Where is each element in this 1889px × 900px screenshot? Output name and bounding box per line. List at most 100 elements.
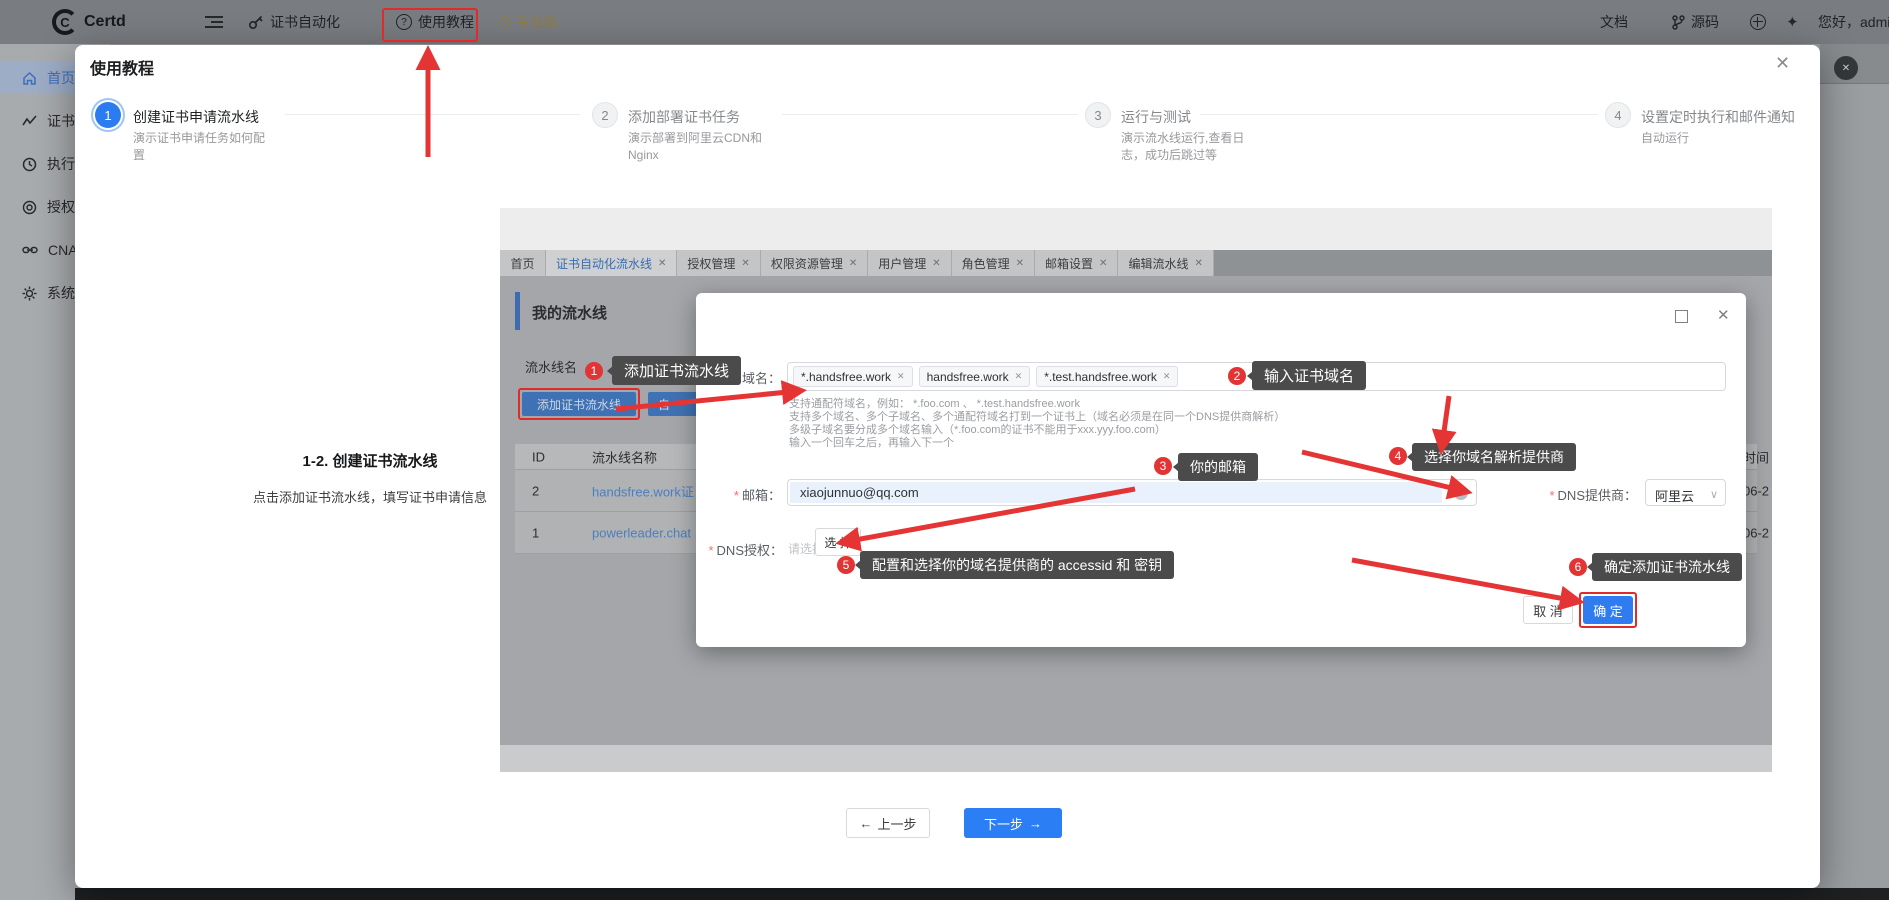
- sidebar-collapse-button[interactable]: [205, 0, 223, 44]
- step-3-desc: 演示流水线运行,查看日志，成功后跳过等: [1121, 130, 1261, 164]
- domain-tag[interactable]: handsfree.work: [919, 366, 1031, 387]
- annotation-tooltip-6: 确定添加证书流水线: [1592, 553, 1742, 581]
- email-input[interactable]: xiaojunnuo@qq.com: [787, 479, 1477, 506]
- step-2-circle: 2: [592, 102, 618, 128]
- prev-step-label: 上一步: [877, 814, 916, 833]
- trend-chart-icon: [22, 115, 37, 128]
- pipeline-filter-label: 流水线名: [525, 357, 577, 376]
- tab-label: 角色管理: [962, 255, 1010, 272]
- col-id: ID: [532, 449, 545, 464]
- email-label: 邮箱：: [696, 485, 781, 504]
- domain-tag-text: *.test.handsfree.work: [1044, 370, 1157, 384]
- step-2-title: 添加部署证书任务: [628, 107, 740, 127]
- nav-docs-link[interactable]: 文档: [1600, 0, 1628, 44]
- tab-label: 权限资源管理: [771, 255, 843, 272]
- domain-tag-row: *.handsfree.work handsfree.work *.test.h…: [793, 366, 1178, 387]
- annotation-circle-1: 1: [585, 362, 603, 380]
- row-name-link[interactable]: handsfree.work证: [592, 481, 694, 500]
- tab-email[interactable]: 邮箱设置: [1035, 250, 1118, 276]
- link-icon: [22, 245, 38, 255]
- branch-icon: [1672, 15, 1685, 30]
- logo-icon: C: [52, 9, 78, 35]
- gear-icon: [22, 286, 37, 301]
- tab-edit-pipeline[interactable]: 编辑流水线: [1118, 250, 1213, 276]
- domain-tag[interactable]: *.test.handsfree.work: [1036, 366, 1178, 387]
- tab-label: 邮箱设置: [1045, 255, 1093, 272]
- tab-permission[interactable]: 权限资源管理: [761, 250, 868, 276]
- step-connector: [285, 114, 580, 115]
- fullscreen-icon[interactable]: [1675, 310, 1688, 323]
- row-name-link[interactable]: powerleader.chat: [592, 525, 691, 540]
- confirm-button-highlight-box: [1579, 592, 1637, 628]
- user-greeting[interactable]: 您好，admin: [1818, 0, 1889, 44]
- sidebar-item-label: 首页: [47, 68, 75, 88]
- domain-tag-text: *.handsfree.work: [801, 370, 891, 384]
- cancel-button[interactable]: 取 消: [1523, 596, 1573, 624]
- tab-roles[interactable]: 角色管理: [952, 250, 1035, 276]
- menu-cert-automation[interactable]: 证书自动化: [248, 0, 340, 44]
- next-step-label: 下一步: [984, 814, 1023, 833]
- email-value: xiaojunnuo@qq.com: [790, 482, 1442, 503]
- annotation-circle-2: 2: [1228, 367, 1246, 385]
- panel-accent-bar: [515, 292, 520, 330]
- domain-help-line: 输入一个回车之后，再输入下一个: [789, 434, 954, 450]
- prev-step-button[interactable]: 上一步: [846, 808, 930, 838]
- home-icon: [22, 71, 37, 86]
- row-id: 2: [532, 483, 539, 498]
- next-step-button[interactable]: 下一步: [964, 808, 1062, 838]
- dns-auth-select-button[interactable]: 选 择: [815, 528, 861, 556]
- theme-button[interactable]: [1786, 0, 1799, 44]
- menu-cert-label: 证书自动化: [270, 12, 340, 32]
- annotation-circle-6: 6: [1569, 558, 1587, 576]
- domain-tag-text: handsfree.work: [927, 370, 1009, 384]
- tab-home[interactable]: 首页: [500, 250, 546, 276]
- annotation-tooltip-5: 配置和选择你的域名提供商的 accessid 和 密钥: [860, 551, 1174, 579]
- badge-icon: [498, 15, 512, 29]
- domain-tag[interactable]: *.handsfree.work: [793, 366, 913, 387]
- step-3-title: 运行与测试: [1121, 107, 1191, 127]
- language-button[interactable]: [1750, 0, 1766, 44]
- step-4-desc: 自动运行: [1641, 130, 1811, 147]
- screenshot-tabbar: 首页 证书自动化流水线 授权管理 权限资源管理 用户管理 角色管理 邮箱设置 编…: [500, 250, 1772, 276]
- tutorial-close-button[interactable]: [1775, 53, 1790, 74]
- step-number: 1: [104, 108, 111, 123]
- annotation-number: 3: [1160, 459, 1167, 473]
- col-time: 时间: [1743, 447, 1769, 466]
- step-4-title: 设置定时执行和邮件通知: [1641, 107, 1795, 127]
- target-icon: [22, 200, 37, 215]
- col-name: 流水线名称: [592, 447, 657, 466]
- tab-users[interactable]: 用户管理: [868, 250, 951, 276]
- annotation-number: 1: [591, 364, 598, 378]
- chevron-down-icon: [1710, 488, 1718, 501]
- annotation-tooltip-3: 你的邮箱: [1178, 453, 1258, 481]
- nav-source-label: 源码: [1691, 12, 1719, 32]
- sparkles-icon: [1786, 13, 1799, 31]
- nav-source-link[interactable]: 源码: [1672, 0, 1719, 44]
- annotation-circle-5: 5: [837, 556, 855, 574]
- dialog-close-icon[interactable]: [1717, 306, 1730, 325]
- row-time: 06-2: [1743, 483, 1769, 498]
- pipeline-panel-title: 我的流水线: [532, 302, 607, 323]
- clear-icon[interactable]: [1454, 486, 1468, 500]
- tab-label: 证书自动化流水线: [556, 255, 652, 272]
- step-number: 2: [601, 108, 608, 123]
- dns-auth-label: DNS授权：: [696, 540, 783, 559]
- screenshot-header-band: [500, 208, 1772, 250]
- tab-auth[interactable]: 授权管理: [677, 250, 760, 276]
- tutorial-menu-highlight-box: [382, 8, 478, 42]
- close-all-tabs-button[interactable]: [1834, 56, 1858, 80]
- app-logo: C Certd: [52, 0, 126, 44]
- tab-label: 用户管理: [878, 255, 926, 272]
- annotation-number: 5: [843, 558, 850, 572]
- key-icon: [248, 14, 264, 30]
- step-1-desc: 演示证书申请任务如何配置: [133, 130, 275, 164]
- menu-pro[interactable]: 专业版: [500, 0, 558, 44]
- step-number: 4: [1614, 108, 1621, 123]
- tab-cert-pipeline[interactable]: 证书自动化流水线: [546, 250, 677, 276]
- step-3-circle: 3: [1085, 102, 1111, 128]
- screen: C Certd 证书自动化 使用教程 专业版 文档 源码: [0, 0, 1889, 900]
- add-button-highlight-box: [518, 388, 640, 420]
- tab-label: 授权管理: [687, 255, 735, 272]
- tutorial-modal: 使用教程 1 创建证书申请流水线 演示证书申请任务如何配置 2 添加部署证书任务…: [75, 45, 1820, 888]
- dns-provider-select[interactable]: 阿里云: [1645, 479, 1726, 506]
